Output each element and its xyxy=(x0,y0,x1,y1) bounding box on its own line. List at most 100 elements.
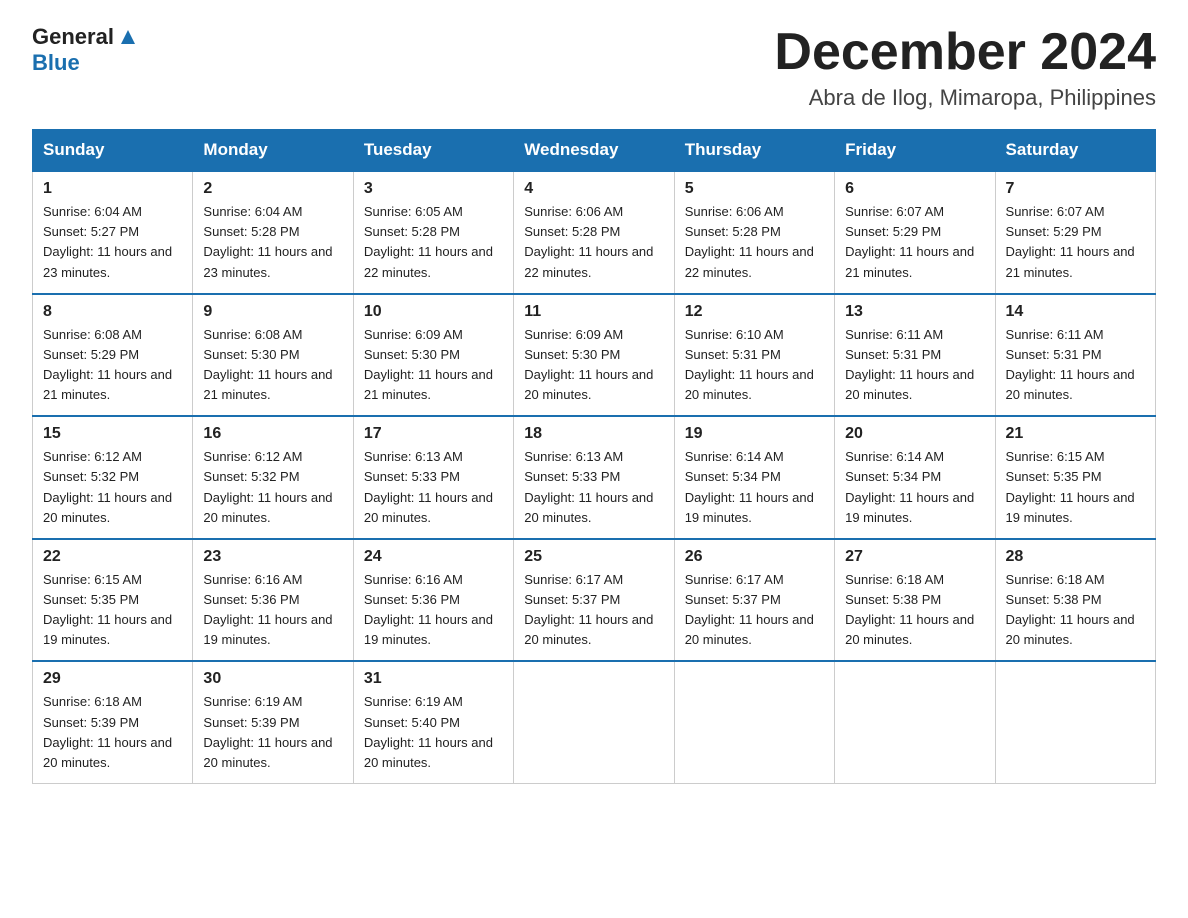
calendar-cell xyxy=(835,661,995,783)
sunrise-label: Sunrise: 6:11 AM xyxy=(1006,327,1104,342)
calendar-cell: 29 Sunrise: 6:18 AM Sunset: 5:39 PM Dayl… xyxy=(33,661,193,783)
day-info: Sunrise: 6:08 AM Sunset: 5:30 PM Dayligh… xyxy=(203,325,342,406)
sunset-label: Sunset: 5:31 PM xyxy=(1006,347,1102,362)
daylight-label: Daylight: 11 hours and 19 minutes. xyxy=(845,490,974,525)
col-wednesday: Wednesday xyxy=(514,130,674,172)
sunset-label: Sunset: 5:38 PM xyxy=(845,592,941,607)
sunrise-label: Sunrise: 6:08 AM xyxy=(43,327,142,342)
sunrise-label: Sunrise: 6:04 AM xyxy=(203,204,302,219)
daylight-label: Daylight: 11 hours and 20 minutes. xyxy=(364,735,493,770)
logo-triangle-icon xyxy=(117,26,139,48)
day-info: Sunrise: 6:13 AM Sunset: 5:33 PM Dayligh… xyxy=(524,447,663,528)
sunset-label: Sunset: 5:34 PM xyxy=(685,469,781,484)
day-number: 13 xyxy=(845,303,984,321)
daylight-label: Daylight: 11 hours and 23 minutes. xyxy=(43,244,172,279)
daylight-label: Daylight: 11 hours and 21 minutes. xyxy=(1006,244,1135,279)
col-thursday: Thursday xyxy=(674,130,834,172)
header-row: Sunday Monday Tuesday Wednesday Thursday… xyxy=(33,130,1156,172)
sunrise-label: Sunrise: 6:06 AM xyxy=(685,204,784,219)
daylight-label: Daylight: 11 hours and 22 minutes. xyxy=(685,244,814,279)
day-info: Sunrise: 6:14 AM Sunset: 5:34 PM Dayligh… xyxy=(685,447,824,528)
sunrise-label: Sunrise: 6:18 AM xyxy=(1006,572,1105,587)
day-info: Sunrise: 6:06 AM Sunset: 5:28 PM Dayligh… xyxy=(685,202,824,283)
calendar-cell: 6 Sunrise: 6:07 AM Sunset: 5:29 PM Dayli… xyxy=(835,171,995,294)
sunrise-label: Sunrise: 6:15 AM xyxy=(1006,449,1105,464)
day-info: Sunrise: 6:19 AM Sunset: 5:40 PM Dayligh… xyxy=(364,692,503,773)
calendar-week-row: 29 Sunrise: 6:18 AM Sunset: 5:39 PM Dayl… xyxy=(33,661,1156,783)
calendar-cell: 3 Sunrise: 6:05 AM Sunset: 5:28 PM Dayli… xyxy=(353,171,513,294)
daylight-label: Daylight: 11 hours and 20 minutes. xyxy=(43,490,172,525)
sunset-label: Sunset: 5:37 PM xyxy=(524,592,620,607)
day-number: 28 xyxy=(1006,548,1145,566)
day-number: 24 xyxy=(364,548,503,566)
calendar-cell: 13 Sunrise: 6:11 AM Sunset: 5:31 PM Dayl… xyxy=(835,294,995,417)
sunrise-label: Sunrise: 6:14 AM xyxy=(845,449,944,464)
calendar-cell: 19 Sunrise: 6:14 AM Sunset: 5:34 PM Dayl… xyxy=(674,416,834,539)
day-number: 15 xyxy=(43,425,182,443)
calendar-week-row: 8 Sunrise: 6:08 AM Sunset: 5:29 PM Dayli… xyxy=(33,294,1156,417)
day-info: Sunrise: 6:09 AM Sunset: 5:30 PM Dayligh… xyxy=(364,325,503,406)
logo: General Blue xyxy=(32,24,139,76)
calendar-cell: 26 Sunrise: 6:17 AM Sunset: 5:37 PM Dayl… xyxy=(674,539,834,662)
day-info: Sunrise: 6:19 AM Sunset: 5:39 PM Dayligh… xyxy=(203,692,342,773)
daylight-label: Daylight: 11 hours and 20 minutes. xyxy=(43,735,172,770)
sunset-label: Sunset: 5:32 PM xyxy=(203,469,299,484)
sunrise-label: Sunrise: 6:19 AM xyxy=(364,694,463,709)
calendar-cell: 8 Sunrise: 6:08 AM Sunset: 5:29 PM Dayli… xyxy=(33,294,193,417)
daylight-label: Daylight: 11 hours and 20 minutes. xyxy=(1006,367,1135,402)
col-tuesday: Tuesday xyxy=(353,130,513,172)
calendar-cell: 14 Sunrise: 6:11 AM Sunset: 5:31 PM Dayl… xyxy=(995,294,1155,417)
sunset-label: Sunset: 5:38 PM xyxy=(1006,592,1102,607)
sunset-label: Sunset: 5:34 PM xyxy=(845,469,941,484)
day-info: Sunrise: 6:07 AM Sunset: 5:29 PM Dayligh… xyxy=(845,202,984,283)
sunset-label: Sunset: 5:40 PM xyxy=(364,715,460,730)
day-info: Sunrise: 6:13 AM Sunset: 5:33 PM Dayligh… xyxy=(364,447,503,528)
month-title: December 2024 xyxy=(774,24,1156,81)
page-header: General Blue December 2024 Abra de Ilog,… xyxy=(32,24,1156,111)
day-info: Sunrise: 6:04 AM Sunset: 5:27 PM Dayligh… xyxy=(43,202,182,283)
sunrise-label: Sunrise: 6:07 AM xyxy=(845,204,944,219)
calendar-cell: 28 Sunrise: 6:18 AM Sunset: 5:38 PM Dayl… xyxy=(995,539,1155,662)
daylight-label: Daylight: 11 hours and 20 minutes. xyxy=(845,367,974,402)
day-info: Sunrise: 6:15 AM Sunset: 5:35 PM Dayligh… xyxy=(1006,447,1145,528)
logo-text-general: General xyxy=(32,24,114,50)
sunrise-label: Sunrise: 6:19 AM xyxy=(203,694,302,709)
sunset-label: Sunset: 5:36 PM xyxy=(364,592,460,607)
col-friday: Friday xyxy=(835,130,995,172)
calendar-cell: 7 Sunrise: 6:07 AM Sunset: 5:29 PM Dayli… xyxy=(995,171,1155,294)
sunset-label: Sunset: 5:35 PM xyxy=(43,592,139,607)
sunset-label: Sunset: 5:35 PM xyxy=(1006,469,1102,484)
sunrise-label: Sunrise: 6:12 AM xyxy=(43,449,142,464)
calendar-header: Sunday Monday Tuesday Wednesday Thursday… xyxy=(33,130,1156,172)
day-info: Sunrise: 6:17 AM Sunset: 5:37 PM Dayligh… xyxy=(685,570,824,651)
sunrise-label: Sunrise: 6:10 AM xyxy=(685,327,784,342)
calendar-cell: 30 Sunrise: 6:19 AM Sunset: 5:39 PM Dayl… xyxy=(193,661,353,783)
daylight-label: Daylight: 11 hours and 20 minutes. xyxy=(685,612,814,647)
daylight-label: Daylight: 11 hours and 22 minutes. xyxy=(364,244,493,279)
day-number: 4 xyxy=(524,180,663,198)
day-info: Sunrise: 6:04 AM Sunset: 5:28 PM Dayligh… xyxy=(203,202,342,283)
day-number: 9 xyxy=(203,303,342,321)
sunrise-label: Sunrise: 6:05 AM xyxy=(364,204,463,219)
day-info: Sunrise: 6:18 AM Sunset: 5:38 PM Dayligh… xyxy=(1006,570,1145,651)
sunset-label: Sunset: 5:33 PM xyxy=(364,469,460,484)
day-number: 18 xyxy=(524,425,663,443)
daylight-label: Daylight: 11 hours and 20 minutes. xyxy=(524,367,653,402)
daylight-label: Daylight: 11 hours and 19 minutes. xyxy=(203,612,332,647)
day-number: 10 xyxy=(364,303,503,321)
daylight-label: Daylight: 11 hours and 20 minutes. xyxy=(524,612,653,647)
calendar-cell: 1 Sunrise: 6:04 AM Sunset: 5:27 PM Dayli… xyxy=(33,171,193,294)
calendar-cell: 24 Sunrise: 6:16 AM Sunset: 5:36 PM Dayl… xyxy=(353,539,513,662)
sunset-label: Sunset: 5:28 PM xyxy=(203,224,299,239)
day-info: Sunrise: 6:06 AM Sunset: 5:28 PM Dayligh… xyxy=(524,202,663,283)
day-info: Sunrise: 6:10 AM Sunset: 5:31 PM Dayligh… xyxy=(685,325,824,406)
calendar-cell: 23 Sunrise: 6:16 AM Sunset: 5:36 PM Dayl… xyxy=(193,539,353,662)
day-number: 2 xyxy=(203,180,342,198)
sunset-label: Sunset: 5:28 PM xyxy=(364,224,460,239)
day-info: Sunrise: 6:11 AM Sunset: 5:31 PM Dayligh… xyxy=(1006,325,1145,406)
day-info: Sunrise: 6:11 AM Sunset: 5:31 PM Dayligh… xyxy=(845,325,984,406)
day-number: 30 xyxy=(203,670,342,688)
sunrise-label: Sunrise: 6:18 AM xyxy=(845,572,944,587)
sunrise-label: Sunrise: 6:16 AM xyxy=(203,572,302,587)
day-info: Sunrise: 6:15 AM Sunset: 5:35 PM Dayligh… xyxy=(43,570,182,651)
